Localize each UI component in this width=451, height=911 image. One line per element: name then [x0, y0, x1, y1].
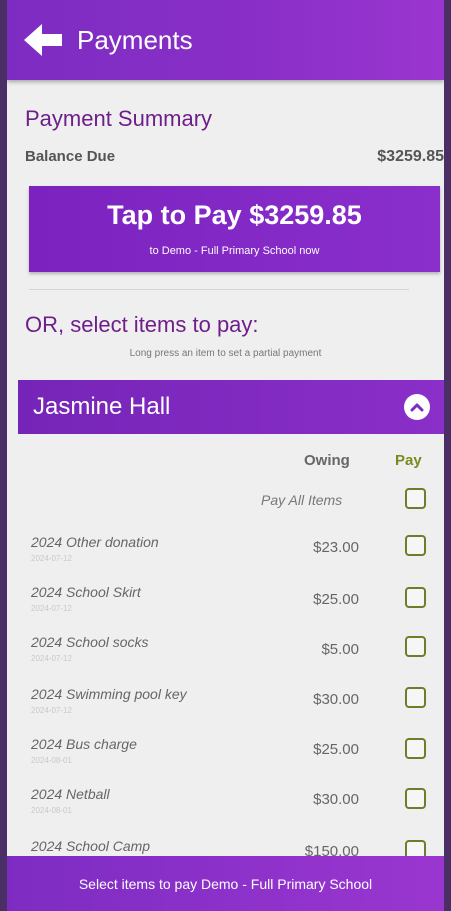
back-button[interactable] [13, 10, 73, 70]
item-name: 2024 Bus charge [31, 736, 137, 752]
pay-button-sublabel: to Demo - Full Primary School now [149, 245, 320, 257]
pay-all-checkbox[interactable] [405, 488, 426, 509]
item-date: 2024-07-12 [31, 706, 72, 715]
item-checkbox[interactable] [405, 636, 426, 657]
item-date: 2024-07-12 [31, 554, 72, 563]
item-amount: $30.00 [313, 791, 359, 808]
item-name: 2024 Other donation [31, 534, 159, 550]
item-checkbox[interactable] [405, 738, 426, 759]
select-items-footer-button[interactable]: Select items to pay Demo - Full Primary … [7, 856, 444, 911]
item-amount: $23.00 [313, 539, 359, 556]
item-name: 2024 School Skirt [31, 584, 141, 600]
student-name: Jasmine Hall [33, 393, 171, 420]
select-items-title: OR, select items to pay: [25, 312, 259, 337]
item-amount: $5.00 [321, 641, 359, 658]
item-checkbox[interactable] [405, 535, 426, 556]
item-checkbox[interactable] [405, 687, 426, 708]
owing-column-header: Owing [304, 452, 350, 469]
item-checkbox[interactable] [405, 587, 426, 608]
item-checkbox[interactable] [405, 788, 426, 809]
app-header: Payments [7, 0, 444, 80]
item-date: 2024-07-12 [31, 604, 72, 613]
item-name: 2024 Netball [31, 786, 110, 802]
pay-button-label: Tap to Pay $3259.85 [107, 200, 362, 230]
partial-payment-hint: Long press an item to set a partial paym… [129, 348, 322, 359]
item-amount: $30.00 [313, 691, 359, 708]
item-date: 2024-08-01 [31, 756, 72, 765]
item-date: 2024-08-01 [31, 806, 72, 815]
app-screen: Payments Payment Summary Balance Due $32… [7, 0, 444, 911]
chevron-up-icon[interactable] [404, 394, 430, 420]
footer-label: Select items to pay Demo - Full Primary … [78, 875, 373, 892]
page-title: Payments [77, 24, 193, 55]
item-name: 2024 School Camp [31, 838, 151, 854]
tap-to-pay-button[interactable]: Tap to Pay $3259.85 to Demo - Full Prima… [29, 186, 440, 272]
arrow-left-icon [24, 24, 62, 56]
student-section-header[interactable]: Jasmine Hall [18, 380, 444, 434]
divider [29, 289, 409, 290]
balance-due-label: Balance Due [25, 148, 116, 165]
pay-all-items-label: Pay All Items [261, 492, 343, 508]
balance-due-value: $3259.85 [377, 148, 444, 165]
pay-column-header: Pay [395, 452, 422, 469]
item-amount: $25.00 [313, 741, 359, 758]
item-name: 2024 School socks [31, 634, 149, 650]
item-name: 2024 Swimming pool key [31, 686, 187, 702]
item-amount: $25.00 [313, 591, 359, 608]
item-date: 2024-07-12 [31, 654, 72, 663]
payment-summary-title: Payment Summary [25, 106, 213, 131]
